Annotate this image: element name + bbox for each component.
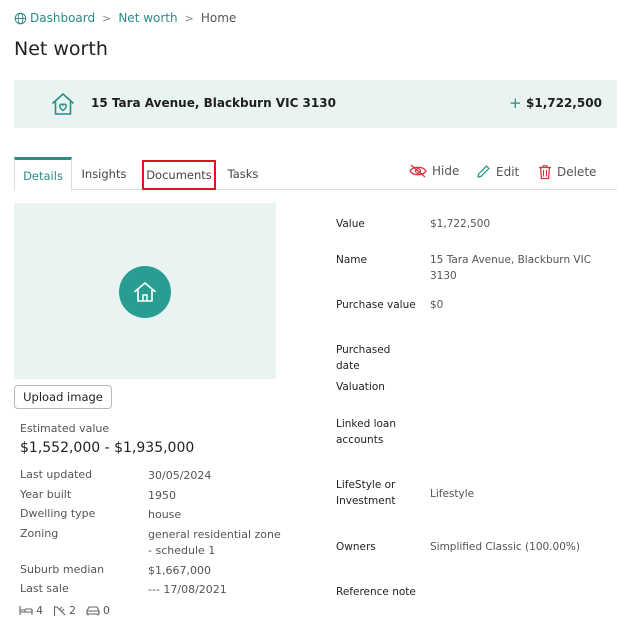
detail-key: Linked loan accounts — [336, 418, 397, 446]
fact-key: Last updated — [20, 468, 93, 481]
fact-value: 1950 — [148, 489, 176, 502]
bed-icon — [19, 606, 33, 615]
detail-key: Valuation — [336, 381, 385, 393]
globe-icon — [14, 12, 27, 24]
fact-key: Last sale — [20, 582, 69, 595]
breadcrumb-net-worth[interactable]: Net worth — [118, 11, 177, 25]
fact-value: --- 17/08/2021 — [148, 583, 227, 596]
tab-insights[interactable]: Insights — [78, 157, 130, 190]
breadcrumb: Dashboard > Net worth > Home — [14, 11, 236, 25]
tab-bar: Details Insights Documents Tasks — [14, 157, 617, 191]
bath-icon — [53, 605, 66, 616]
detail-value: Simplified Classic (100.00%) — [430, 541, 580, 553]
breadcrumb-separator: > — [184, 11, 194, 25]
banner-address: 15 Tara Avenue, Blackburn VIC 3130 — [91, 96, 336, 110]
tab-details[interactable]: Details — [14, 157, 72, 191]
fact-key: Year built — [20, 488, 72, 501]
hide-button[interactable]: Hide — [409, 164, 459, 178]
breadcrumb-home: Home — [200, 11, 237, 25]
fact-key: Zoning — [20, 527, 59, 540]
fact-value: house — [148, 508, 182, 521]
trash-icon — [539, 165, 551, 180]
fact-value: $1,667,000 — [148, 564, 211, 577]
expand-icon[interactable]: + — [509, 94, 522, 112]
home-icon-circle — [119, 266, 171, 318]
estimated-value-label: Estimated value — [20, 422, 110, 435]
detail-key: Purchased date — [336, 344, 391, 372]
bathrooms-count: 2 — [69, 604, 76, 617]
fact-value: 30/05/2024 — [148, 469, 212, 482]
detail-value: $1,722,500 — [430, 218, 491, 230]
fact-key: Suburb median — [20, 563, 105, 576]
property-image-placeholder — [14, 203, 276, 379]
car-spaces-count: 0 — [103, 604, 110, 617]
delete-label: Delete — [557, 165, 597, 179]
detail-value: 15 Tara Avenue, Blackburn VIC 3130 — [430, 254, 592, 282]
pencil-icon — [477, 165, 490, 178]
eye-off-icon — [409, 164, 427, 178]
property-banner: 15 Tara Avenue, Blackburn VIC 3130 + $1,… — [14, 80, 617, 128]
detail-key: Owners — [336, 541, 376, 553]
detail-key: Value — [336, 218, 365, 230]
upload-image-button[interactable]: Upload image — [14, 385, 112, 409]
detail-value: $0 — [430, 299, 444, 311]
bedrooms-feature: 4 — [19, 604, 43, 617]
detail-key: Name — [336, 254, 367, 266]
edit-button[interactable]: Edit — [476, 164, 519, 179]
house-heart-icon — [52, 93, 74, 115]
breadcrumb-separator: > — [102, 11, 112, 25]
hide-label: Hide — [432, 164, 460, 178]
car-spaces-feature: 0 — [86, 604, 110, 617]
delete-button[interactable]: Delete — [538, 164, 596, 180]
detail-key: Reference note — [336, 586, 416, 598]
fact-key: Dwelling type — [20, 507, 96, 520]
page-title: Net worth — [14, 38, 108, 60]
fact-value: general residential zone - schedule 1 — [148, 528, 281, 557]
bathrooms-feature: 2 — [53, 604, 76, 617]
detail-key: Purchase value — [336, 299, 416, 311]
banner-total: $1,722,500 — [526, 96, 602, 110]
breadcrumb-dashboard[interactable]: Dashboard — [30, 11, 95, 25]
home-icon — [134, 282, 156, 302]
detail-value: Lifestyle — [430, 488, 475, 500]
tab-tasks[interactable]: Tasks — [223, 157, 263, 190]
property-features: 4 2 0 — [19, 604, 120, 617]
tab-documents[interactable]: Documents — [142, 160, 216, 190]
estimated-value-range: $1,552,000 - $1,935,000 — [20, 440, 195, 456]
bedrooms-count: 4 — [36, 604, 43, 617]
edit-label: Edit — [496, 164, 520, 179]
car-icon — [86, 606, 100, 616]
detail-key: LifeStyle or Investment — [336, 479, 396, 507]
